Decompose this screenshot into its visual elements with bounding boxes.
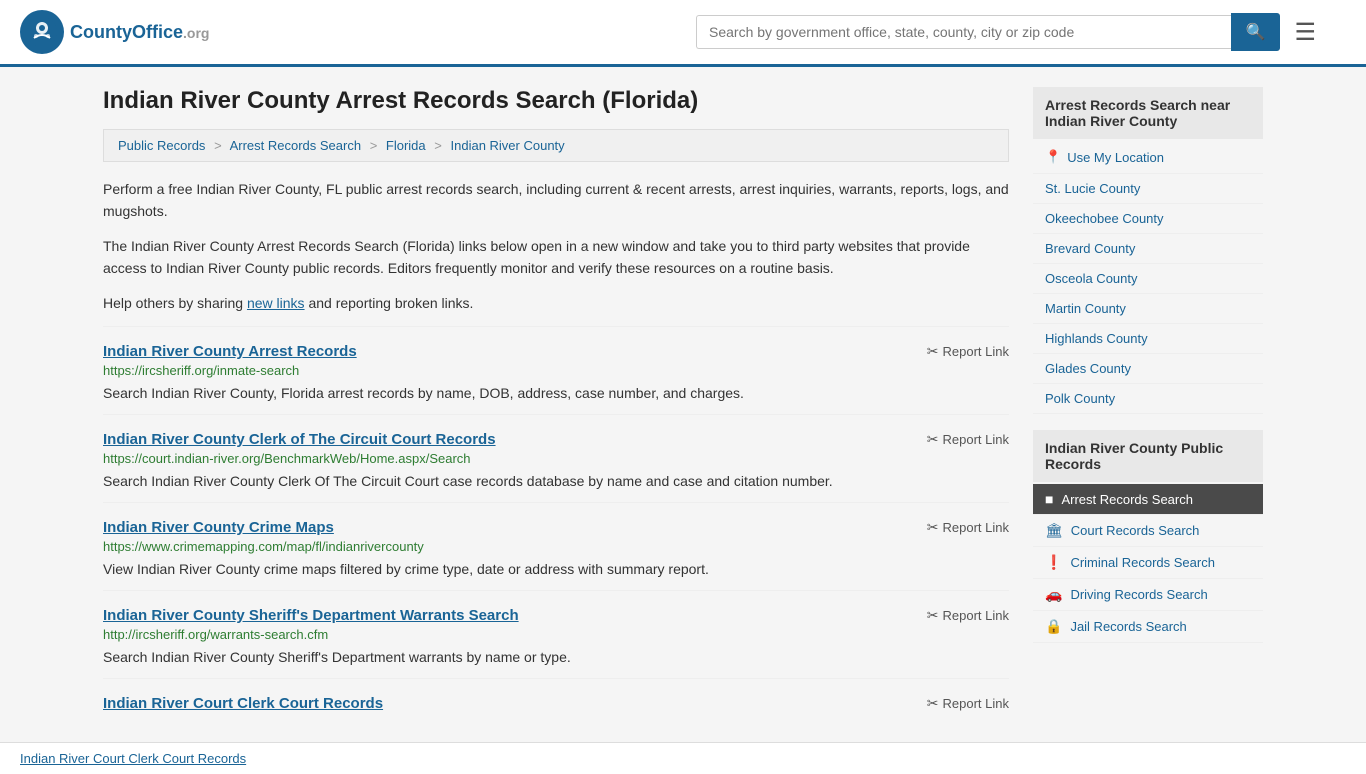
record-url-2[interactable]: https://www.crimemapping.com/map/fl/indi… [103,539,1009,554]
record-header: Indian River County Arrest Records ✂ Rep… [103,343,1009,360]
scissors-icon: ✂ [927,519,939,536]
hamburger-menu-icon[interactable]: ☰ [1294,18,1316,47]
record-title-2[interactable]: Indian River County Crime Maps [103,519,334,536]
public-records-icon-3: 🚗 [1045,586,1062,603]
public-records-label-2: Criminal Records Search [1070,555,1215,570]
record-item: Indian River County Crime Maps ✂ Report … [103,502,1009,590]
public-records-section-title: Indian River County Public Records [1033,430,1263,482]
nearby-county-0[interactable]: St. Lucie County [1033,174,1263,204]
footer-link[interactable]: Indian River Court Clerk Court Records [20,751,246,766]
report-link-4[interactable]: ✂ Report Link [927,695,1009,712]
logo-icon [20,10,64,54]
record-desc-3: Search Indian River County Sheriff's Dep… [103,647,1009,668]
record-url-3[interactable]: http://ircsheriff.org/warrants-search.cf… [103,627,1009,642]
nearby-counties-list: St. Lucie CountyOkeechobee CountyBrevard… [1033,174,1263,414]
nearby-section-title: Arrest Records Search near Indian River … [1033,87,1263,139]
search-input[interactable] [696,15,1231,49]
new-links-link[interactable]: new links [247,295,305,311]
nearby-county-1[interactable]: Okeechobee County [1033,204,1263,234]
record-item: Indian River County Sheriff's Department… [103,590,1009,678]
record-header: Indian River County Clerk of The Circuit… [103,431,1009,448]
nearby-county-2[interactable]: Brevard County [1033,234,1263,264]
search-button[interactable]: 🔍 [1231,13,1281,51]
record-header: Indian River Court Clerk Court Records ✂… [103,695,1009,712]
report-link-3[interactable]: ✂ Report Link [927,607,1009,624]
breadcrumb-indian-river[interactable]: Indian River County [451,138,565,153]
record-url-0[interactable]: https://ircsheriff.org/inmate-search [103,363,1009,378]
desc3-post: and reporting broken links. [305,295,474,311]
scissors-icon: ✂ [927,607,939,624]
records-list: Indian River County Arrest Records ✂ Rep… [103,326,1009,722]
record-title-0[interactable]: Indian River County Arrest Records [103,343,357,360]
public-records-list: ■ Arrest Records Search 🏛 Court Records … [1033,484,1263,643]
nearby-county-5[interactable]: Highlands County [1033,324,1263,354]
search-area: 🔍 ☰ [696,13,1316,51]
record-header: Indian River County Sheriff's Department… [103,607,1009,624]
public-records-label-0: Arrest Records Search [1061,492,1193,507]
public-records-icon-0: ■ [1045,491,1053,507]
public-records-label-1: Court Records Search [1071,523,1200,538]
scissors-icon: ✂ [927,431,939,448]
public-records-item-2[interactable]: ❗ Criminal Records Search [1033,547,1263,579]
content-area: Indian River County Arrest Records Searc… [103,87,1009,722]
record-title-3[interactable]: Indian River County Sheriff's Department… [103,607,519,624]
footer-bar: Indian River Court Clerk Court Records [0,742,1366,774]
record-item: Indian River County Arrest Records ✂ Rep… [103,326,1009,414]
scissors-icon: ✂ [927,343,939,360]
breadcrumb-sep-2: > [370,138,378,153]
breadcrumb-sep-3: > [434,138,442,153]
record-desc-2: View Indian River County crime maps filt… [103,559,1009,580]
description-2: The Indian River County Arrest Records S… [103,235,1009,280]
record-title-4[interactable]: Indian River Court Clerk Court Records [103,695,383,712]
nearby-county-4[interactable]: Martin County [1033,294,1263,324]
page-title: Indian River County Arrest Records Searc… [103,87,1009,115]
public-records-item-1[interactable]: 🏛 Court Records Search [1033,515,1263,547]
header: CountyOffice.org 🔍 ☰ [0,0,1366,67]
logo-text[interactable]: CountyOffice.org [70,22,209,43]
sidebar: Arrest Records Search near Indian River … [1033,87,1263,722]
location-pin-icon: 📍 [1045,149,1061,165]
description-3: Help others by sharing new links and rep… [103,292,1009,314]
main-container: Indian River County Arrest Records Searc… [83,67,1283,742]
public-records-label-3: Driving Records Search [1070,587,1207,602]
nearby-county-3[interactable]: Osceola County [1033,264,1263,294]
logo-area: CountyOffice.org [20,10,209,54]
report-link-1[interactable]: ✂ Report Link [927,431,1009,448]
record-item: Indian River County Clerk of The Circuit… [103,414,1009,502]
breadcrumb-public-records[interactable]: Public Records [118,138,205,153]
scissors-icon: ✂ [927,695,939,712]
description-1: Perform a free Indian River County, FL p… [103,178,1009,223]
public-records-icon-1: 🏛 [1045,522,1063,539]
nearby-county-7[interactable]: Polk County [1033,384,1263,414]
record-header: Indian River County Crime Maps ✂ Report … [103,519,1009,536]
breadcrumb: Public Records > Arrest Records Search >… [103,129,1009,162]
breadcrumb-sep-1: > [214,138,222,153]
use-my-location[interactable]: 📍 Use My Location [1033,141,1263,174]
public-records-item-0[interactable]: ■ Arrest Records Search [1033,484,1263,515]
public-records-label-4: Jail Records Search [1070,619,1186,634]
public-records-item-4[interactable]: 🔒 Jail Records Search [1033,611,1263,643]
record-desc-0: Search Indian River County, Florida arre… [103,383,1009,404]
record-desc-1: Search Indian River County Clerk Of The … [103,471,1009,492]
record-url-1[interactable]: https://court.indian-river.org/Benchmark… [103,451,1009,466]
report-link-2[interactable]: ✂ Report Link [927,519,1009,536]
record-item: Indian River Court Clerk Court Records ✂… [103,678,1009,722]
breadcrumb-florida[interactable]: Florida [386,138,426,153]
nearby-county-6[interactable]: Glades County [1033,354,1263,384]
breadcrumb-arrest-records[interactable]: Arrest Records Search [230,138,362,153]
public-records-item-3[interactable]: 🚗 Driving Records Search [1033,579,1263,611]
report-link-0[interactable]: ✂ Report Link [927,343,1009,360]
desc3-pre: Help others by sharing [103,295,247,311]
record-title-1[interactable]: Indian River County Clerk of The Circuit… [103,431,496,448]
public-records-icon-2: ❗ [1045,554,1062,571]
public-records-icon-4: 🔒 [1045,618,1062,635]
